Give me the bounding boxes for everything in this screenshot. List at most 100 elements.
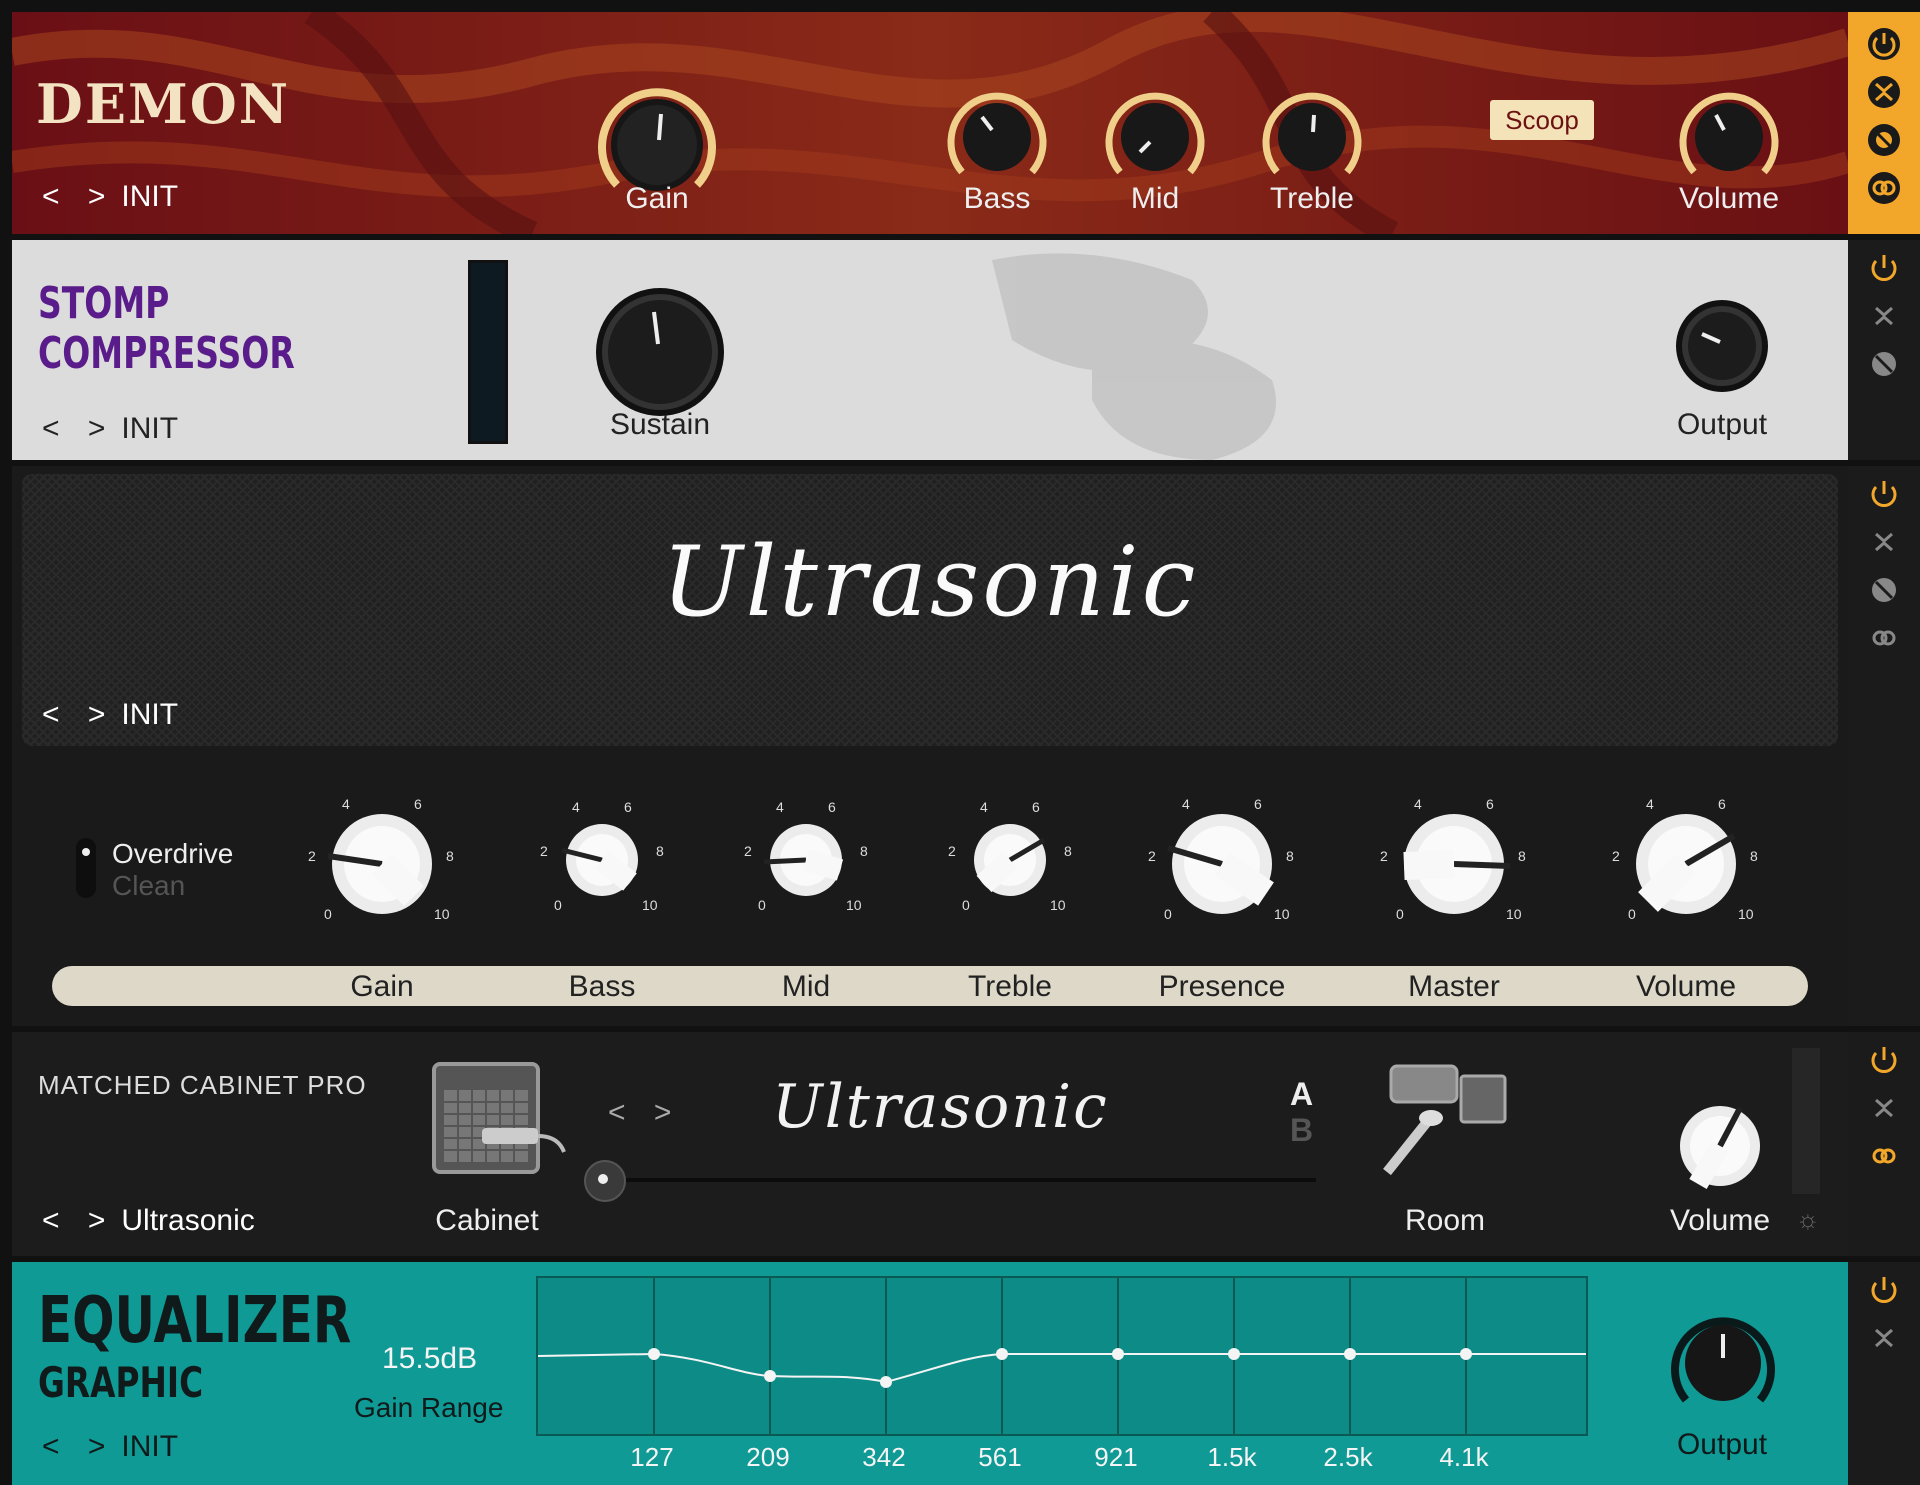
ultrasonic-preset-selector[interactable]: < > INIT (42, 698, 178, 732)
power-icon[interactable] (1866, 1272, 1902, 1308)
eq-band-label: 4.1k (1439, 1442, 1489, 1472)
scale-0: 0 (324, 906, 332, 922)
settings-icon[interactable] (1866, 346, 1902, 382)
cabinet-volume-knob[interactable] (1662, 1088, 1778, 1204)
channel-switch[interactable] (76, 838, 96, 898)
eq-output-knob[interactable] (1668, 1308, 1778, 1418)
compressor-preset-selector[interactable]: < > INIT (42, 412, 178, 446)
eq-band-point[interactable] (648, 1348, 660, 1360)
eq-graph[interactable] (536, 1276, 1588, 1436)
demon-mid-knob[interactable] (1100, 82, 1210, 192)
amp-gain-knob[interactable]: 4 6 2 8 0 10 (302, 784, 462, 934)
demon-treble-label: Treble (1270, 182, 1354, 215)
eq-band-point[interactable] (1344, 1348, 1356, 1360)
link-icon[interactable] (1866, 620, 1902, 656)
power-icon[interactable] (1866, 250, 1902, 286)
overdrive-option[interactable]: Overdrive (112, 838, 233, 870)
settings-icon[interactable] (1866, 122, 1902, 158)
cabinet-preset-selector[interactable]: < > Ultrasonic (42, 1204, 255, 1238)
compressor-title-line1: STOMP (38, 278, 170, 329)
demon-treble-knob[interactable] (1257, 82, 1367, 192)
scale-8: 8 (1064, 843, 1072, 859)
amp-mid-knob[interactable]: 4 6 2 8 0 10 (736, 790, 876, 926)
preset-nav-arrows[interactable]: < > (42, 1430, 115, 1463)
compressor-output-label: Output (1676, 408, 1768, 441)
collapse-icon[interactable] (1866, 1090, 1902, 1126)
amp-mid-label: Mid (781, 970, 831, 1003)
preset-nav-arrows[interactable]: < > (42, 1204, 115, 1237)
ab-switch-b[interactable]: B (1290, 1112, 1313, 1149)
sustain-knob[interactable] (592, 284, 728, 420)
scale-4: 4 (776, 799, 784, 815)
cabinet-nav-arrows[interactable]: < > (608, 1096, 681, 1130)
compressor-output-knob[interactable] (1672, 296, 1772, 396)
demon-mid-label: Mid (1130, 182, 1180, 215)
cabinet-panel: MATCHED CABINET PRO < > Ultrasonic Cabine… (12, 1032, 1848, 1256)
amp-treble-knob[interactable]: 4 6 2 8 0 10 (940, 790, 1080, 926)
eq-band-label: 127 (630, 1442, 674, 1472)
cabinet-sidebar (1848, 1032, 1920, 1256)
amp-gain-label: Gain (350, 970, 414, 1003)
eq-band-label: 342 (862, 1442, 906, 1472)
scale-6: 6 (828, 799, 836, 815)
scale-10: 10 (1050, 897, 1066, 913)
sustain-label: Sustain (609, 408, 711, 441)
eq-band-label: 1.5k (1207, 1442, 1257, 1472)
eq-band-point[interactable] (764, 1370, 776, 1382)
amp-bass-knob[interactable]: 4 6 2 8 0 10 (532, 790, 672, 926)
scale-10: 10 (434, 906, 450, 922)
power-icon[interactable] (1866, 26, 1902, 62)
eq-band-label: 561 (978, 1442, 1022, 1472)
demon-bass-knob[interactable] (942, 82, 1052, 192)
cabinet-amp-icon[interactable] (422, 1052, 572, 1182)
preset-nav-arrows[interactable]: < > (42, 180, 115, 213)
demon-gain-label: Gain (625, 182, 689, 215)
ab-switch-a[interactable]: A (1290, 1076, 1313, 1113)
collapse-icon[interactable] (1866, 298, 1902, 334)
preset-nav-arrows[interactable]: < > (42, 698, 115, 731)
eq-preset-selector[interactable]: < > INIT (42, 1430, 178, 1464)
eq-band-point[interactable] (880, 1376, 892, 1388)
link-icon[interactable] (1866, 1138, 1902, 1174)
preset-name: INIT (121, 698, 179, 731)
scale-0: 0 (758, 897, 766, 913)
scoop-button[interactable]: Scoop (1490, 100, 1594, 140)
eq-band-point[interactable] (1460, 1348, 1472, 1360)
scale-6: 6 (1032, 799, 1040, 815)
amp-presence-knob[interactable]: 4 6 2 8 0 10 (1142, 784, 1302, 934)
eq-band-label: 921 (1094, 1442, 1138, 1472)
gain-range-value[interactable]: 15.5dB (382, 1342, 477, 1376)
demon-volume-knob[interactable] (1674, 82, 1784, 192)
link-icon[interactable] (1866, 170, 1902, 206)
sun-icon[interactable]: ☼ (1796, 1204, 1820, 1235)
scale-4: 4 (1182, 796, 1190, 812)
cabinet-label: Cabinet (435, 1204, 539, 1237)
settings-icon[interactable] (1866, 572, 1902, 608)
eq-band-point[interactable] (1228, 1348, 1240, 1360)
room-label: Room (1404, 1204, 1486, 1237)
power-icon[interactable] (1866, 1042, 1902, 1078)
scale-4: 4 (980, 799, 988, 815)
scale-2: 2 (744, 843, 752, 859)
collapse-icon[interactable] (1866, 1320, 1902, 1356)
equalizer-panel: EQUALIZER GRAPHIC < > INIT 15.5dB Gain Ra… (12, 1262, 1848, 1485)
preset-nav-arrows[interactable]: < > (42, 412, 115, 445)
collapse-icon[interactable] (1866, 74, 1902, 110)
eq-band-point[interactable] (996, 1348, 1008, 1360)
amp-bass-label: Bass (568, 970, 636, 1003)
compressor-texture (992, 253, 1276, 460)
mic-position-slider-track[interactable] (592, 1178, 1316, 1182)
amp-volume-knob[interactable]: 4 6 2 8 0 10 (1606, 784, 1766, 934)
demon-preset-selector[interactable]: < > INIT (42, 180, 178, 214)
eq-band-point[interactable] (1112, 1348, 1124, 1360)
cabinet-level-meter (1792, 1048, 1820, 1194)
demon-logo: DEMON (36, 72, 291, 136)
eq-title-line2: GRAPHIC (38, 1358, 204, 1407)
amp-master-knob[interactable]: 4 6 2 8 0 10 (1374, 784, 1534, 934)
clean-option[interactable]: Clean (112, 870, 185, 902)
collapse-icon[interactable] (1866, 524, 1902, 560)
demon-panel: DEMON < > INIT Gain Bass Mid Treble Scoop… (12, 12, 1848, 234)
scale-2: 2 (1612, 848, 1620, 864)
room-icon[interactable] (1367, 1052, 1527, 1182)
power-icon[interactable] (1866, 476, 1902, 512)
